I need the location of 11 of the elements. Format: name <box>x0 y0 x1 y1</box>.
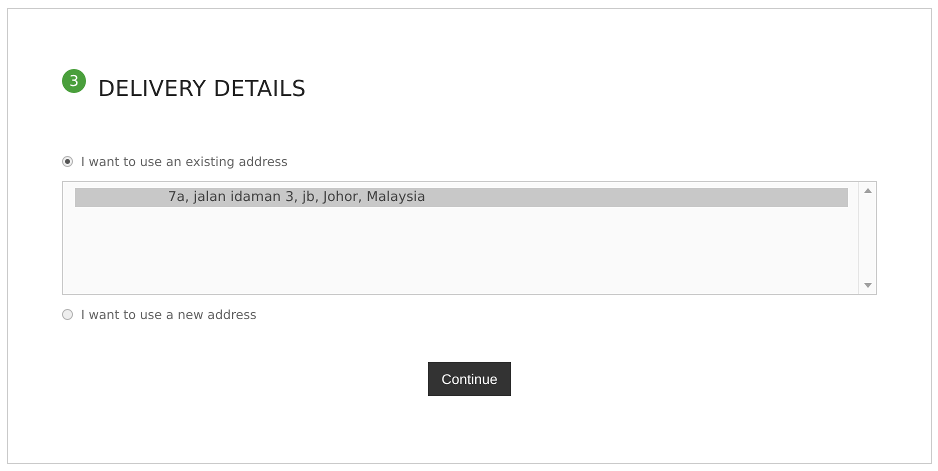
scroll-up-icon[interactable] <box>864 188 872 193</box>
step-number-badge: 3 <box>62 69 86 93</box>
continue-button[interactable]: Continue <box>428 362 511 396</box>
scroll-down-icon[interactable] <box>864 283 872 288</box>
radio-button[interactable] <box>62 309 73 320</box>
radio-label[interactable]: I want to use an existing address <box>81 154 288 169</box>
section-title: DELIVERY DETAILS <box>98 77 306 102</box>
radio-label[interactable]: I want to use a new address <box>81 307 257 322</box>
address-listbox[interactable]: 7a, jalan idaman 3, jb, Johor, Malaysia <box>62 181 877 295</box>
address-option[interactable]: 7a, jalan idaman 3, jb, Johor, Malaysia <box>75 188 848 207</box>
radio-button[interactable] <box>62 156 73 167</box>
